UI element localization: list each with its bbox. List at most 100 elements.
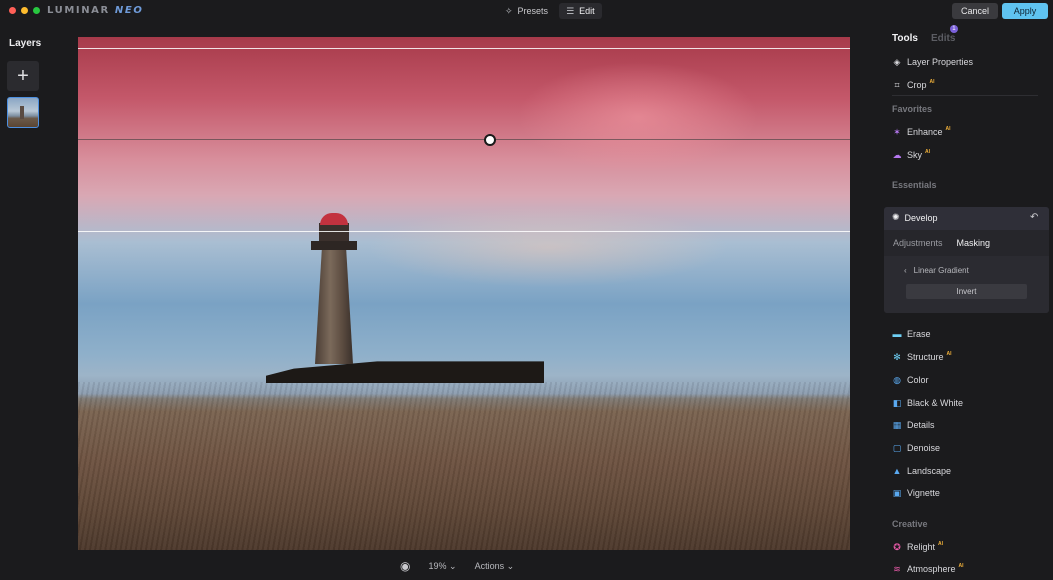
section-favorites: Favorites xyxy=(892,104,933,114)
color-icon: ◍ xyxy=(893,374,901,385)
cloud-icon: ☁ xyxy=(892,149,902,160)
tool-label: Erase xyxy=(907,329,931,339)
gradient-handle[interactable] xyxy=(484,134,496,146)
gradient-center-line[interactable] xyxy=(78,139,850,140)
details-icon: ▦ xyxy=(892,419,902,430)
plus-icon: + xyxy=(17,65,29,87)
tool-label: Denoise xyxy=(907,443,941,453)
zoom-window-button[interactable] xyxy=(33,7,40,14)
tools-panel: Tools Edits 1 ◈ Layer Properties ⌗ Crop … xyxy=(884,0,1050,580)
ai-badge: AI xyxy=(958,563,964,569)
layers-title: Layers xyxy=(9,38,42,49)
tool-enhance[interactable]: ✶ Enhance AI xyxy=(892,125,951,139)
mask-type-label: Linear Gradient xyxy=(913,266,969,275)
vignette-icon: ▣ xyxy=(892,487,902,498)
tools-tabs: Tools Edits 1 xyxy=(892,25,958,44)
tool-relight[interactable]: ✪ Relight AI xyxy=(892,540,943,554)
tool-details[interactable]: ▦ Details xyxy=(892,418,935,432)
lighthouse xyxy=(310,209,358,364)
ai-badge: AI xyxy=(929,79,935,85)
tool-label: Sky xyxy=(907,150,923,160)
tab-masking[interactable]: Masking xyxy=(957,238,991,248)
sliders-icon: ☰ xyxy=(566,5,575,16)
zoom-value: 19% xyxy=(428,560,447,571)
develop-header[interactable]: ✺ Develop ↶ xyxy=(884,207,1049,230)
tool-label: Layer Properties xyxy=(907,57,974,67)
crop-icon: ⌗ xyxy=(894,79,900,90)
section-creative: Creative xyxy=(892,519,928,529)
minimize-window-button[interactable] xyxy=(21,7,28,14)
chevron-down-icon: ⌄ xyxy=(449,560,457,571)
tab-edit[interactable]: ☰ Edit xyxy=(559,3,602,19)
tool-label: Vignette xyxy=(907,488,940,498)
tool-crop[interactable]: ⌗ Crop AI xyxy=(892,78,935,92)
tool-layer-properties[interactable]: ◈ Layer Properties xyxy=(892,55,974,69)
tool-black-white[interactable]: ◧ Black & White xyxy=(892,396,963,410)
lighthouse-gallery xyxy=(311,241,357,250)
tool-denoise[interactable]: ▢ Denoise xyxy=(892,441,940,455)
lighthouse-thumbnail-image xyxy=(20,106,24,119)
add-layer-button[interactable]: + xyxy=(7,61,39,91)
tool-label: Crop xyxy=(907,80,927,90)
tool-color[interactable]: ◍ Color xyxy=(892,373,929,387)
ai-badge: AI xyxy=(946,351,952,357)
gradient-end-line[interactable] xyxy=(78,231,850,232)
actions-dropdown[interactable]: Actions ⌄ xyxy=(475,561,515,572)
invert-button[interactable]: Invert xyxy=(906,284,1027,299)
black-white-icon: ◧ xyxy=(892,397,902,408)
divider xyxy=(892,95,1038,96)
ai-badge: AI xyxy=(945,126,951,132)
tool-structure[interactable]: ✻ Structure AI xyxy=(892,350,952,364)
actions-label: Actions xyxy=(474,560,505,571)
eye-icon[interactable]: ◉ xyxy=(400,559,410,573)
tab-edits-label: Edits xyxy=(930,33,956,44)
tool-sky[interactable]: ☁ Sky AI xyxy=(892,148,931,162)
develop-title: ✺ Develop xyxy=(892,212,938,223)
tool-label: Atmosphere xyxy=(907,564,956,574)
mode-tabs: ✧ Presets ☰ Edit xyxy=(498,3,602,19)
bottom-toolbar: ◉ 19% ⌄ Actions ⌄ xyxy=(400,558,514,574)
tab-presets-label: Presets xyxy=(517,6,549,16)
landscape-icon: ▲ xyxy=(892,466,902,476)
mask-back-button[interactable]: ‹ Linear Gradient xyxy=(904,266,969,275)
sparkle-icon: ✶ xyxy=(893,126,901,137)
tool-label: Enhance xyxy=(907,127,943,137)
lighthouse-dome xyxy=(320,213,348,225)
atmosphere-icon: ≋ xyxy=(893,563,901,574)
photo-canvas[interactable] xyxy=(78,37,850,550)
tool-label: Landscape xyxy=(907,466,952,476)
sand-texture xyxy=(78,382,850,550)
section-essentials: Essentials xyxy=(892,180,937,190)
tab-presets[interactable]: ✧ Presets xyxy=(498,3,555,19)
tool-landscape[interactable]: ▲ Landscape xyxy=(892,464,952,478)
eraser-icon: ▬ xyxy=(892,329,902,339)
edits-count-badge: 1 xyxy=(949,25,958,33)
gradient-start-line[interactable] xyxy=(78,48,850,49)
tab-edit-label: Edit xyxy=(579,6,595,16)
layers-icon: ◈ xyxy=(893,56,901,67)
lighthouse-lantern xyxy=(319,223,349,241)
relight-icon: ✪ xyxy=(893,541,901,552)
close-window-button[interactable] xyxy=(9,7,16,14)
reset-icon[interactable]: ↶ xyxy=(1030,212,1038,223)
tool-label: Details xyxy=(907,420,935,430)
zoom-dropdown[interactable]: 19% ⌄ xyxy=(428,561,456,572)
develop-tool-card: ✺ Develop ↶ Adjustments Masking ‹ Linear… xyxy=(884,207,1049,313)
jetty xyxy=(266,361,544,383)
tab-adjustments[interactable]: Adjustments xyxy=(893,238,943,248)
chevron-down-icon: ⌄ xyxy=(506,560,515,571)
tab-tools[interactable]: Tools xyxy=(892,33,918,44)
layer-thumbnail[interactable] xyxy=(7,97,39,128)
tool-label: Black & White xyxy=(907,398,964,408)
tool-atmosphere[interactable]: ≋ Atmosphere AI xyxy=(892,562,964,576)
tool-erase[interactable]: ▬ Erase xyxy=(892,327,931,341)
tool-vignette[interactable]: ▣ Vignette xyxy=(892,486,940,500)
mask-settings: ‹ Linear Gradient Invert xyxy=(884,256,1049,313)
ai-badge: AI xyxy=(938,541,944,547)
develop-label: Develop xyxy=(904,212,938,223)
tool-label: Structure xyxy=(907,352,944,362)
tool-label: Relight xyxy=(907,542,936,552)
sun-icon: ✺ xyxy=(892,212,900,222)
tab-edits[interactable]: Edits 1 xyxy=(930,25,958,44)
tool-label: Color xyxy=(907,375,929,385)
